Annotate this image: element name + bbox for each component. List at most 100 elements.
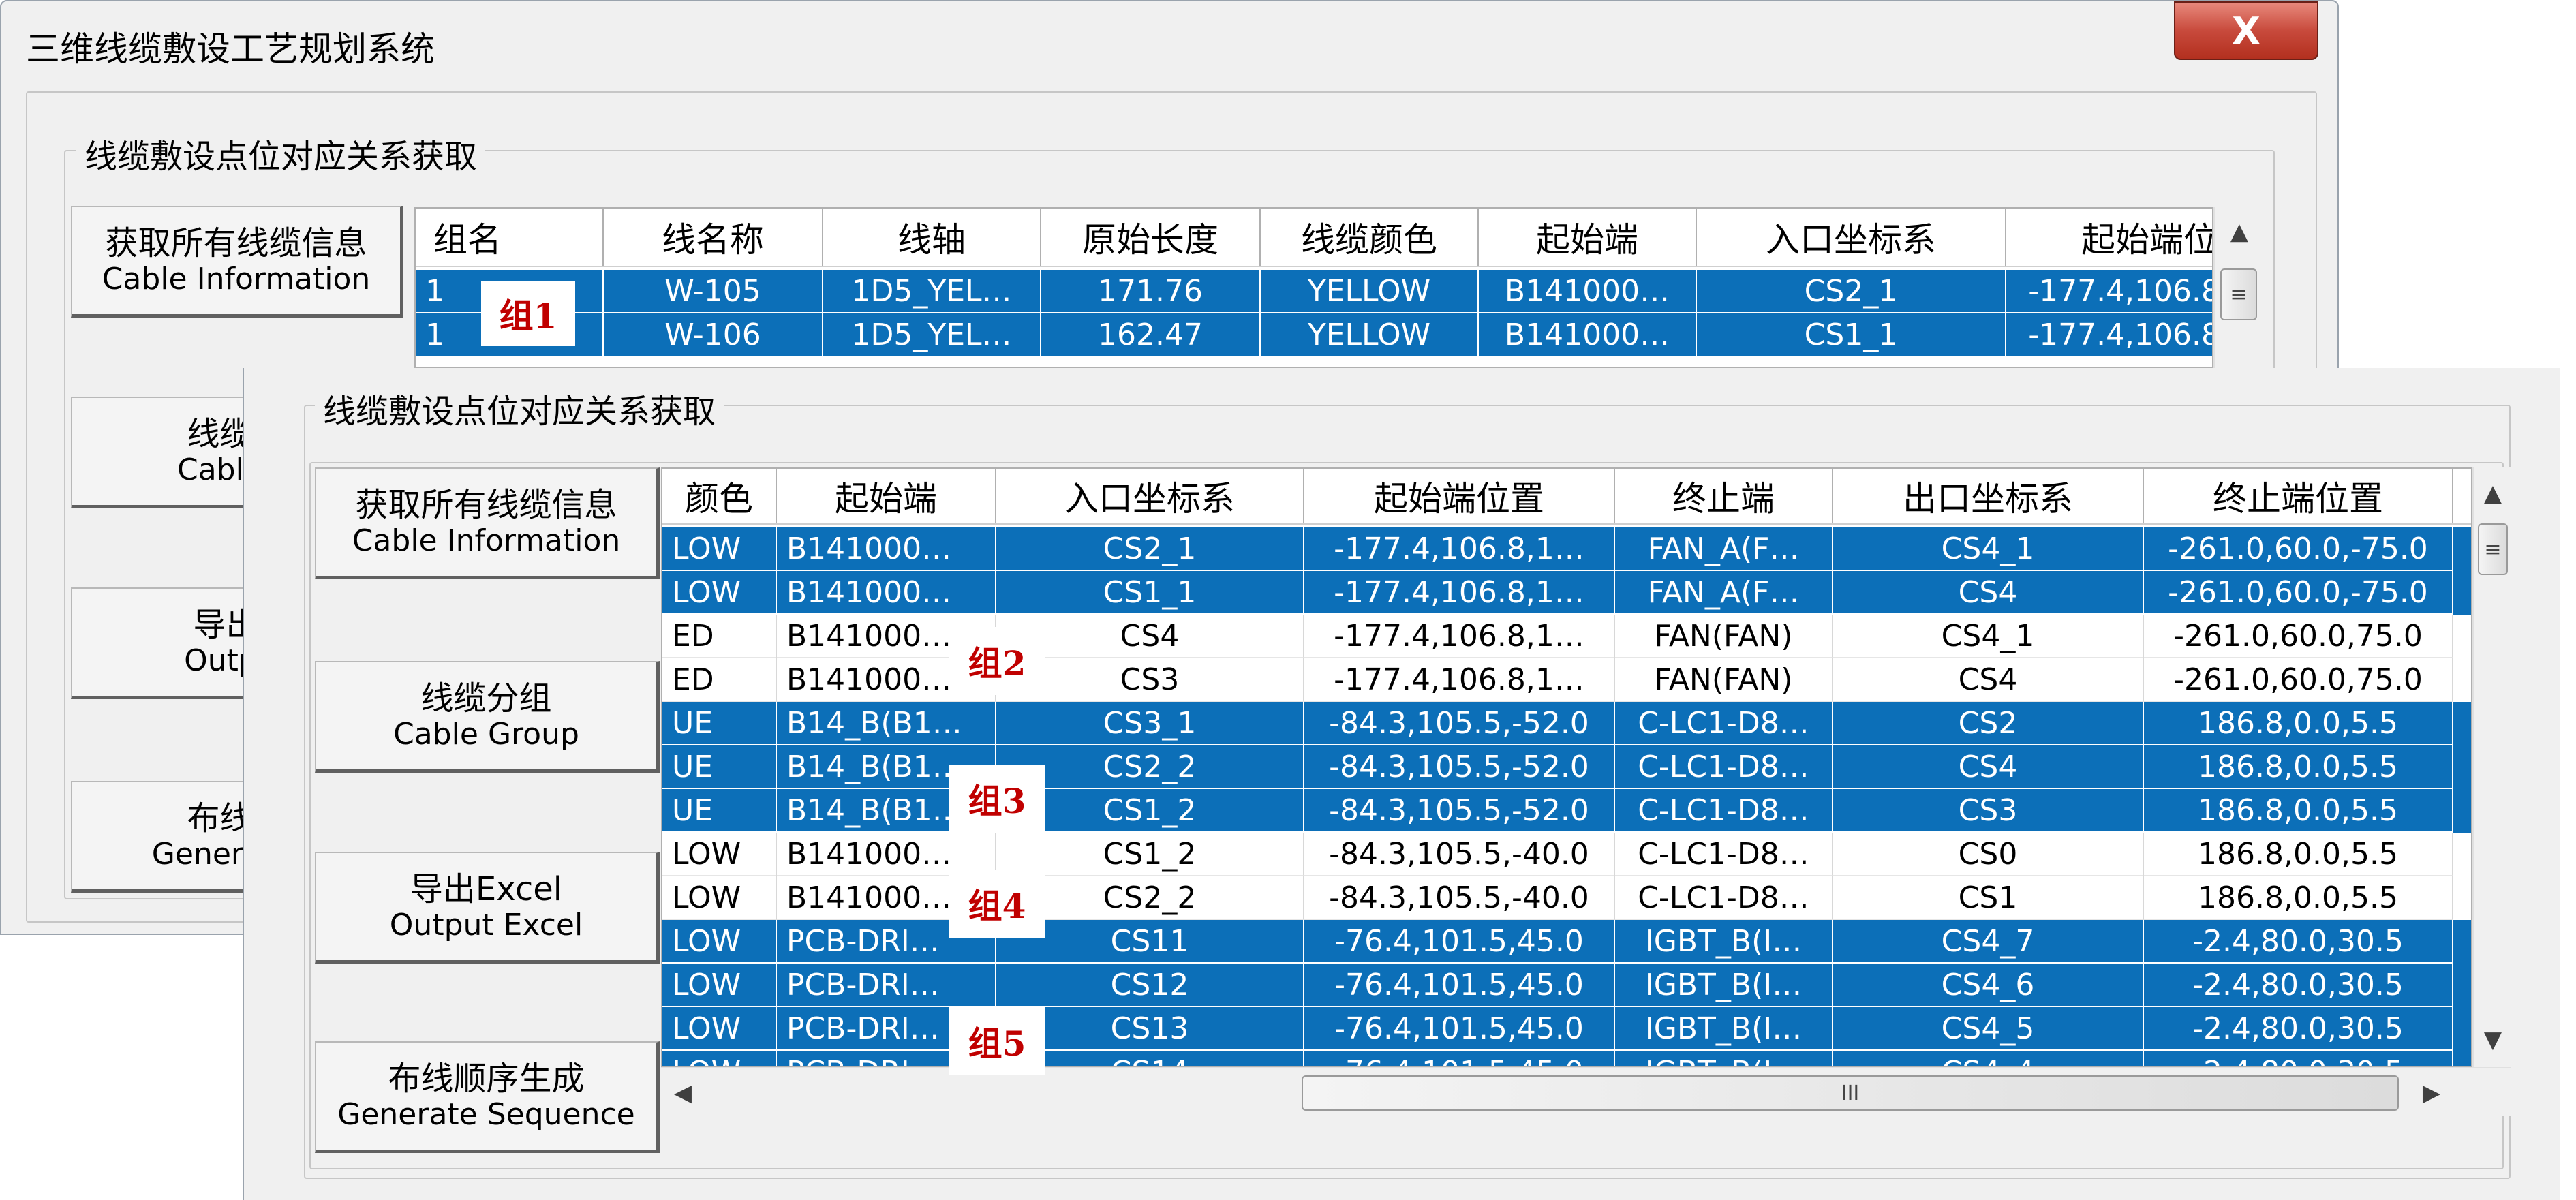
table-cell: CS2_1 [1697,270,2006,313]
table-cell: UE [662,745,777,789]
front-cable-table[interactable]: 颜色 起始端 入口坐标系 起始端位置 终止端 出口坐标系 终止端位置 LOW B1… [661,467,2472,1067]
table-cell: UE [662,789,777,833]
table-cell: CS2_1 [996,527,1304,571]
scrollbar-thumb[interactable]: ≡ [2478,523,2508,575]
table-row[interactable]: LOW B141000… CS1_2 -84.3,105.5,-40.0 C-LC1-D… [662,833,2471,876]
table-row[interactable]: UE B14_B(B1… CS2_2 -84.3,105.5,-52.0 C-LC1-D… [662,745,2471,789]
table-cell: PCB-DRI… [777,964,996,1007]
table-cell: -177.4,106.8 [2006,313,2212,357]
table-row[interactable]: 1 W-106 1D5_YEL… 162.47 YELLOW B141000… … [416,313,2212,357]
scrollbar-thumb[interactable]: III [1302,1075,2399,1111]
table-cell: -76.4,101.5,45.0 [1304,1051,1615,1066]
table-cell: ED [662,615,777,658]
table-cell: CS12 [996,964,1304,1007]
group-tag: 组2 [949,627,1045,695]
table-cell: IGBT_B(I… [1615,964,1833,1007]
column-header[interactable]: 入口坐标系 [1697,209,2006,266]
column-header[interactable]: 起始端位 [2006,209,2212,266]
table-cell: C-LC1-D8… [1615,833,1833,876]
table-row[interactable]: UE B14_B(B1… CS1_2 -84.3,105.5,-52.0 C-LC1-D… [662,789,2471,833]
table-cell: B141000… [777,571,996,615]
table-body: LOW B141000… CS2_1 -177.4,106.8,1… FAN_A(F… C… [662,525,2471,1066]
table-row[interactable]: 1 W-105 1D5_YEL… 171.76 YELLOW B141000… … [416,270,2212,313]
scroll-up-arrow-icon[interactable]: ▲ [2474,478,2512,508]
table-row[interactable]: LOW PCB-DRI… CS13 -76.4,101.5,45.0 IGBT_B(I…… [662,1007,2471,1051]
scroll-up-arrow-icon[interactable]: ▲ [2215,217,2264,247]
generate-sequence-button[interactable]: 布线顺序生成 Generate Sequence [315,1041,660,1153]
table-row[interactable]: LOW B141000… CS2_2 -84.3,105.5,-40.0 C-LC1-D… [662,876,2471,920]
table-cell: -261.0,60.0,-75.0 [2144,571,2453,615]
table-cell: CS4 [1833,571,2144,615]
table-cell: -177.4,106.8,1… [1304,658,1615,702]
table-row[interactable]: LOW B141000… CS2_1 -177.4,106.8,1… FAN_A(F… C… [662,527,2471,571]
table-cell: CS4_6 [1833,964,2144,1007]
table-cell: CS1_1 [996,571,1304,615]
table-row[interactable]: ED B141000… CS3 -177.4,106.8,1… FAN(FAN) CS4-… [662,658,2471,702]
scroll-left-arrow-icon[interactable]: ◀ [668,1068,698,1118]
column-header[interactable]: 终止端位置 [2144,469,2453,523]
table-cell: CS0 [1833,833,2144,876]
column-header[interactable]: 线缆颜色 [1261,209,1479,266]
front-vertical-scrollbar[interactable]: ▲ ≡ ▼ [2472,467,2511,1067]
table-cell: -84.3,105.5,-52.0 [1304,789,1615,833]
table-cell: 1D5_YEL… [823,270,1041,313]
table-cell: -2.4,80.0,30.5 [2144,920,2453,964]
table-cell: CS4_7 [1833,920,2144,964]
front-window: 线缆敷设点位对应关系获取 获取所有线缆信息 Cable Information … [243,368,2560,1200]
table-cell: 186.8,0.0,5.5 [2144,833,2453,876]
back-vertical-scrollbar[interactable]: ▲ ≡ [2213,207,2263,368]
table-cell: 186.8,0.0,5.5 [2144,702,2453,745]
column-header[interactable]: 原始长度 [1041,209,1261,266]
table-cell: C-LC1-D8… [1615,789,1833,833]
column-header[interactable]: 颜色 [662,469,777,523]
table-header: 颜色 起始端 入口坐标系 起始端位置 终止端 出口坐标系 终止端位置 [662,469,2471,525]
scrollbar-thumb[interactable]: ≡ [2220,268,2257,320]
table-header: 组名 线名称 线轴 原始长度 线缆颜色 起始端 入口坐标系 起始端位 [416,209,2212,267]
table-cell: -76.4,101.5,45.0 [1304,1007,1615,1051]
table-row[interactable]: LOW PCB-DRI… CS11 -76.4,101.5,45.0 IGBT_B(I…… [662,920,2471,964]
table-cell: C-LC1-D8… [1615,876,1833,920]
table-cell: CS1 [1833,876,2144,920]
table-cell: FAN(FAN) [1615,658,1833,702]
column-header[interactable]: 线轴 [823,209,1041,266]
get-all-cable-info-button[interactable]: 获取所有线缆信息 Cable Information [71,206,403,318]
back-cable-table[interactable]: 组名 线名称 线轴 原始长度 线缆颜色 起始端 入口坐标系 起始端位 1 W-1… [414,207,2213,368]
table-cell: -261.0,60.0,75.0 [2144,658,2453,702]
table-cell: UE [662,702,777,745]
column-header[interactable]: 入口坐标系 [996,469,1304,523]
table-row[interactable]: LOWPCB-DRI…CS14-76.4,101.5,45.0IGBT_B(I…… [662,1051,2471,1066]
table-cell: CS4_1 [1833,615,2144,658]
group-tag: 组4 [949,870,1045,938]
table-cell: C-LC1-D8… [1615,745,1833,789]
column-header[interactable]: 组名 [416,209,604,266]
table-cell: B141000… [1479,313,1697,357]
column-header[interactable]: 起始端 [1479,209,1697,266]
table-cell: -84.3,105.5,-52.0 [1304,702,1615,745]
close-button[interactable]: X [2174,1,2318,60]
scroll-down-arrow-icon[interactable]: ▼ [2474,1025,2512,1055]
column-header[interactable]: 起始端位置 [1304,469,1615,523]
table-cell: -261.0,60.0,75.0 [2144,615,2453,658]
table-row[interactable]: LOW B141000… CS1_1 -177.4,106.8,1… FAN_A(F… C… [662,571,2471,615]
front-horizontal-scrollbar[interactable]: ◀ III ▶ [661,1067,2511,1116]
table-cell: -76.4,101.5,45.0 [1304,964,1615,1007]
table-cell: 162.47 [1041,313,1261,357]
column-header[interactable]: 终止端 [1615,469,1833,523]
table-cell: FAN_A(F… [1615,571,1833,615]
table-cell: YELLOW [1261,270,1479,313]
table-cell: 186.8,0.0,5.5 [2144,876,2453,920]
table-cell: FAN_A(F… [1615,527,1833,571]
output-excel-button[interactable]: 导出Excel Output Excel [315,852,660,964]
table-cell: FAN(FAN) [1615,615,1833,658]
column-header[interactable]: 线名称 [604,209,823,266]
scroll-right-arrow-icon[interactable]: ▶ [2417,1068,2447,1118]
cable-group-button[interactable]: 线缆分组 Cable Group [315,661,660,773]
column-header[interactable]: 起始端 [777,469,996,523]
table-cell: C-LC1-D8… [1615,702,1833,745]
column-header[interactable]: 出口坐标系 [1833,469,2144,523]
table-cell: LOW [662,920,777,964]
table-row[interactable]: ED B141000… CS4 -177.4,106.8,1… FAN(FAN) CS4_… [662,615,2471,658]
get-all-cable-info-button[interactable]: 获取所有线缆信息 Cable Information [315,467,660,579]
table-row[interactable]: LOW PCB-DRI… CS12 -76.4,101.5,45.0 IGBT_B(I…… [662,964,2471,1007]
table-row[interactable]: UE B14_B(B1… CS3_1 -84.3,105.5,-52.0 C-LC1-D… [662,702,2471,745]
